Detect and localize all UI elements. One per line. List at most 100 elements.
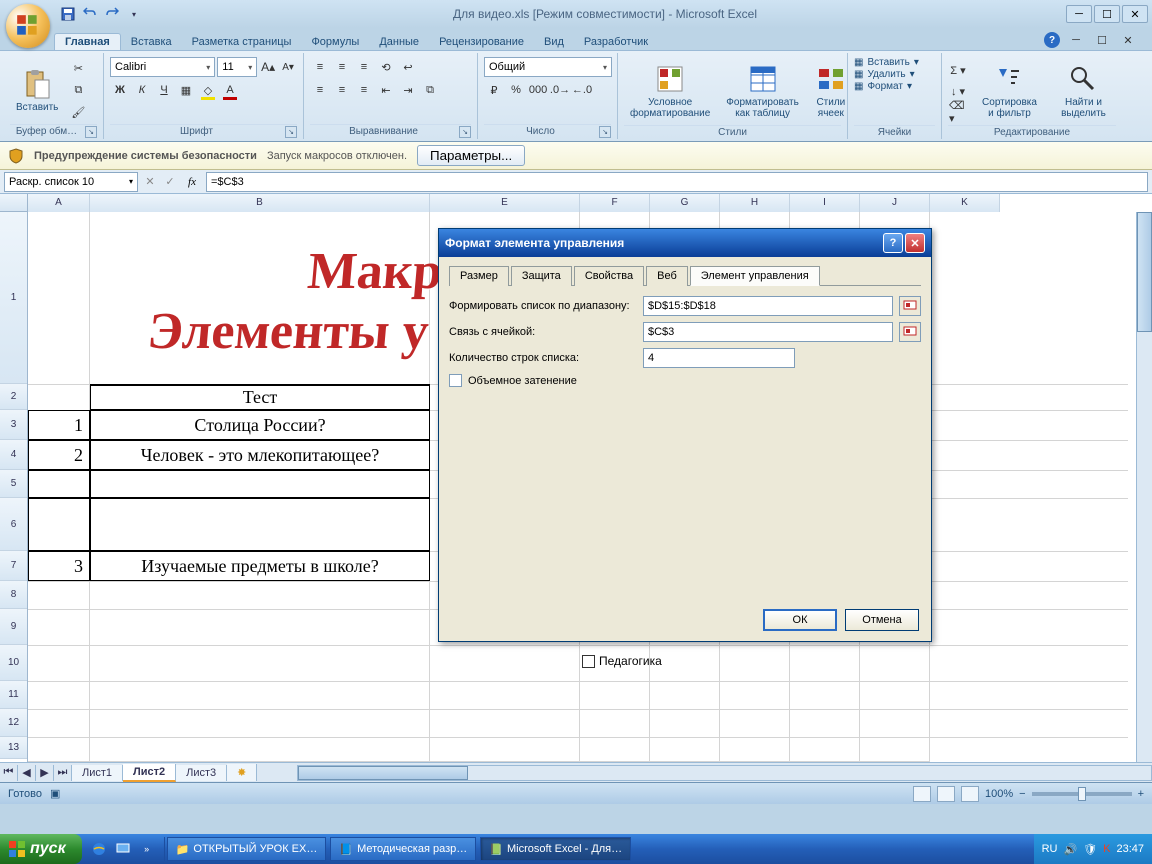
align-right-icon[interactable]: ≡ bbox=[354, 80, 374, 100]
sheet-nav-next-icon[interactable]: ▶ bbox=[36, 765, 54, 781]
dialog-tab-control[interactable]: Элемент управления bbox=[690, 266, 820, 286]
find-select-button[interactable]: Найти и выделить bbox=[1051, 57, 1116, 125]
currency-icon[interactable]: ₽ bbox=[484, 80, 504, 100]
maximize-button[interactable]: ☐ bbox=[1094, 5, 1120, 23]
row-header[interactable]: 7 bbox=[0, 551, 27, 581]
dialog-titlebar[interactable]: Формат элемента управления ? ✕ bbox=[439, 229, 931, 257]
sheet-tab-1[interactable]: Лист1 bbox=[72, 765, 123, 781]
cell-a6[interactable] bbox=[28, 498, 90, 551]
sheet-nav-last-icon[interactable]: ⏭ bbox=[54, 765, 72, 781]
number-format-combo[interactable]: Общий▾ bbox=[484, 57, 612, 77]
zoom-level[interactable]: 100% bbox=[985, 788, 1013, 800]
security-options-button[interactable]: Параметры... bbox=[417, 145, 525, 166]
col-header[interactable]: B bbox=[90, 194, 430, 212]
dialog-close-icon[interactable]: ✕ bbox=[905, 233, 925, 253]
zoom-out-icon[interactable]: − bbox=[1019, 788, 1025, 800]
align-top-icon[interactable]: ≡ bbox=[310, 57, 330, 77]
tab-view[interactable]: Вид bbox=[534, 34, 574, 50]
fx-icon[interactable]: fx bbox=[182, 172, 202, 192]
select-all-corner[interactable] bbox=[0, 194, 28, 212]
insert-cells-button[interactable]: ▦Вставить ▾ bbox=[854, 57, 935, 68]
tab-developer[interactable]: Разработчик bbox=[574, 34, 658, 50]
underline-icon[interactable]: Ч bbox=[154, 80, 174, 100]
row-header[interactable]: 4 bbox=[0, 440, 27, 470]
row-header[interactable]: 5 bbox=[0, 470, 27, 498]
name-box[interactable]: Раскр. список 10▾ bbox=[4, 172, 138, 192]
ok-button[interactable]: ОК bbox=[763, 609, 837, 631]
comma-icon[interactable]: 000 bbox=[528, 80, 548, 100]
row-header[interactable]: 6 bbox=[0, 498, 27, 551]
dialog-tab-protection[interactable]: Защита bbox=[511, 266, 572, 286]
align-left-icon[interactable]: ≡ bbox=[310, 80, 330, 100]
format-cells-button[interactable]: ▦Формат ▾ bbox=[854, 81, 935, 92]
link-input[interactable] bbox=[643, 322, 893, 342]
col-header[interactable]: J bbox=[860, 194, 930, 212]
border-icon[interactable]: ▦ bbox=[176, 80, 196, 100]
lines-input[interactable] bbox=[643, 348, 795, 368]
range-picker-icon[interactable] bbox=[899, 296, 921, 316]
zoom-slider[interactable] bbox=[1032, 792, 1132, 796]
orientation-icon[interactable]: ⟲ bbox=[376, 57, 396, 77]
lang-indicator[interactable]: RU bbox=[1042, 843, 1058, 855]
cell-b4[interactable]: Человек - это млекопитающее? bbox=[90, 440, 430, 470]
ribbon-restore-icon[interactable]: ☐ bbox=[1092, 30, 1112, 50]
tray-icon[interactable]: 🔊 bbox=[1063, 843, 1077, 856]
row-header[interactable]: 9 bbox=[0, 609, 27, 645]
cell-b3[interactable]: Столица России? bbox=[90, 410, 430, 440]
formula-input[interactable]: =$C$3 bbox=[206, 172, 1148, 192]
taskbar-item-3[interactable]: 📗Microsoft Excel - Для… bbox=[480, 837, 631, 861]
col-header[interactable]: I bbox=[790, 194, 860, 212]
dialog-tab-size[interactable]: Размер bbox=[449, 266, 509, 286]
conditional-formatting-button[interactable]: Условное форматирование bbox=[624, 57, 716, 125]
align-middle-icon[interactable]: ≡ bbox=[332, 57, 352, 77]
cell-b5[interactable] bbox=[90, 470, 430, 498]
help-icon[interactable]: ? bbox=[1044, 32, 1060, 48]
taskbar-item-1[interactable]: 📁ОТКРЫТЫЙ УРОК EX… bbox=[167, 837, 327, 861]
increase-decimal-icon[interactable]: .0→ bbox=[550, 80, 570, 100]
font-size-combo[interactable]: 11▾ bbox=[217, 57, 257, 77]
row-header[interactable]: 3 bbox=[0, 410, 27, 440]
dialog-tab-properties[interactable]: Свойства bbox=[574, 266, 644, 286]
paste-button[interactable]: Вставить bbox=[10, 57, 64, 124]
cell-a3[interactable]: 1 bbox=[28, 410, 90, 440]
clear-icon[interactable]: ⌫ ▾ bbox=[948, 102, 968, 122]
sort-filter-button[interactable]: Сортировка и фильтр bbox=[972, 57, 1047, 125]
tab-formulas[interactable]: Формулы bbox=[301, 34, 369, 50]
tray-icon[interactable]: 🛡 bbox=[1083, 843, 1097, 856]
font-color-icon[interactable]: A bbox=[220, 80, 240, 100]
desktop-icon[interactable] bbox=[112, 837, 134, 861]
col-header[interactable]: G bbox=[650, 194, 720, 212]
col-header[interactable]: F bbox=[580, 194, 650, 212]
form-checkbox-2[interactable]: Педагогика bbox=[582, 654, 662, 668]
page-layout-view-icon[interactable] bbox=[937, 786, 955, 802]
taskbar-item-2[interactable]: 📘Методическая разр… bbox=[330, 837, 476, 861]
cell-b7[interactable]: Изучаемые предметы в школе? bbox=[90, 551, 430, 581]
normal-view-icon[interactable] bbox=[913, 786, 931, 802]
fill-icon[interactable]: ↓ ▾ bbox=[948, 81, 968, 101]
row-header[interactable]: 1 bbox=[0, 212, 27, 384]
link-picker-icon[interactable] bbox=[899, 322, 921, 342]
row-header[interactable]: 8 bbox=[0, 581, 27, 609]
align-bottom-icon[interactable]: ≡ bbox=[354, 57, 374, 77]
align-center-icon[interactable]: ≡ bbox=[332, 80, 352, 100]
ribbon-close-icon[interactable]: ✕ bbox=[1118, 30, 1138, 50]
indent-increase-icon[interactable]: ⇥ bbox=[398, 80, 418, 100]
sheet-nav-first-icon[interactable]: ⏮ bbox=[0, 765, 18, 781]
row-header[interactable]: 10 bbox=[0, 645, 27, 681]
row-header[interactable]: 12 bbox=[0, 709, 27, 737]
grow-font-icon[interactable]: A▴ bbox=[259, 57, 277, 77]
redo-icon[interactable] bbox=[102, 4, 122, 24]
horizontal-scrollbar[interactable] bbox=[297, 765, 1152, 781]
dialog-tab-web[interactable]: Веб bbox=[646, 266, 688, 286]
tab-review[interactable]: Рецензирование bbox=[429, 34, 534, 50]
indent-decrease-icon[interactable]: ⇤ bbox=[376, 80, 396, 100]
vertical-scrollbar[interactable] bbox=[1136, 212, 1152, 762]
range-input[interactable] bbox=[643, 296, 893, 316]
tab-page-layout[interactable]: Разметка страницы bbox=[182, 34, 302, 50]
undo-icon[interactable] bbox=[80, 4, 100, 24]
wrap-text-icon[interactable]: ↩ bbox=[398, 57, 418, 77]
cancel-formula-icon[interactable]: ✕ bbox=[142, 173, 158, 191]
col-header[interactable]: A bbox=[28, 194, 90, 212]
format-as-table-button[interactable]: Форматировать как таблицу bbox=[720, 57, 805, 125]
decrease-decimal-icon[interactable]: ←.0 bbox=[572, 80, 592, 100]
